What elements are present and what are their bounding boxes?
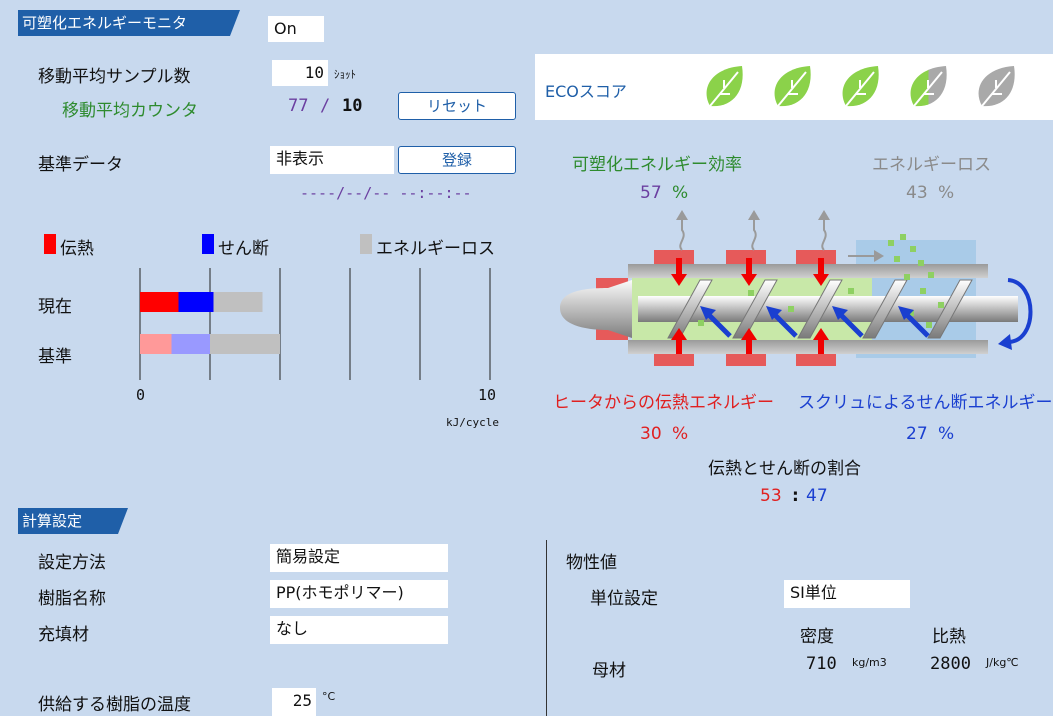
ratio-shear-value: 47 (806, 486, 828, 506)
properties-title: 物性値 (566, 553, 617, 573)
heater-energy-label: ヒータからの伝熱エネルギー (553, 393, 774, 413)
energy-bar-chart (139, 268, 491, 380)
leaf-icon-empty (978, 66, 1015, 107)
reset-button[interactable]: リセット (398, 92, 516, 120)
ratio-sep: : (792, 486, 799, 506)
leaf-icon-half (910, 66, 947, 107)
screw-energy-label: スクリュによるせん断エネルギー (798, 393, 1053, 413)
efficiency-unit: % (672, 183, 689, 203)
base-material-label: 母材 (592, 661, 626, 681)
bar-reference-1 (171, 334, 210, 354)
row-label-reference: 基準 (38, 347, 72, 367)
resin-temp-label: 供給する樹脂の温度 (38, 695, 191, 715)
unit-setting-select[interactable]: SI単位 (784, 580, 910, 608)
plasticizing-diagram (560, 210, 1033, 366)
leaf-icon-2 (774, 66, 811, 107)
loss-label: エネルギーロス (872, 155, 991, 175)
method-label: 設定方法 (38, 553, 106, 573)
density-unit: kg/m3 (852, 656, 887, 669)
loss-value: 43 (906, 183, 928, 203)
sample-count-label: 移動平均サンプル数 (38, 67, 191, 87)
filler-select[interactable]: なし (270, 616, 448, 644)
counter-current: 77 (288, 96, 309, 116)
unit-setting-label: 単位設定 (590, 589, 658, 609)
reference-data-label: 基準データ (38, 155, 123, 175)
register-button[interactable]: 登録 (398, 146, 516, 174)
axis-unit: kJ/cycle (446, 416, 499, 429)
bar-current-2 (213, 292, 263, 312)
filler-label: 充填材 (38, 625, 89, 645)
axis-tick-min: 0 (136, 386, 146, 404)
eco-score-label: ECOスコア (545, 82, 627, 101)
legend-shear-label: せん断 (218, 239, 269, 259)
ratio-heat-value: 53 (760, 486, 782, 506)
leaf-icon-3 (842, 66, 879, 107)
axis-tick-max: 10 (478, 386, 497, 404)
section-header-energy-monitor: 可塑化エネルギーモニタ (18, 10, 240, 36)
legend-loss-label: エネルギーロス (376, 239, 495, 259)
efficiency-value: 57 (640, 183, 662, 203)
resin-name-label: 樹脂名称 (38, 589, 106, 609)
resin-temp-input[interactable]: 25 (272, 688, 316, 716)
counter-sep: / (320, 96, 331, 116)
screw-energy-unit: % (938, 424, 955, 444)
legend-heat-label: 伝熱 (60, 239, 94, 259)
heater-energy-unit: % (672, 424, 689, 444)
section-divider (546, 540, 547, 716)
specific-heat-header: 比熱 (932, 627, 966, 647)
eco-leaves (706, 66, 1015, 107)
loss-unit: % (938, 183, 955, 203)
ratio-label: 伝熱とせん断の割合 (708, 459, 861, 479)
bar-current-0 (140, 292, 179, 312)
sample-count-unit: ｼｮｯﾄ (334, 68, 356, 81)
specific-heat-value: 2800 (930, 654, 971, 674)
moving-avg-counter-label: 移動平均カウンタ (62, 101, 198, 121)
legend-loss-swatch (360, 234, 372, 254)
heat-loss-arrows (679, 216, 876, 257)
bar-reference-0 (140, 334, 172, 354)
row-label-current: 現在 (38, 297, 72, 317)
leaf-icon-1 (706, 66, 743, 107)
resin-temp-unit: °C (322, 690, 336, 703)
density-value: 710 (806, 654, 837, 674)
bar-reference-2 (210, 334, 280, 354)
method-select[interactable]: 簡易設定 (270, 544, 448, 572)
legend-heat-swatch (44, 234, 56, 254)
legend-shear-swatch (202, 234, 214, 254)
specific-heat-unit: J/kg℃ (986, 656, 1019, 669)
efficiency-label: 可塑化エネルギー効率 (572, 155, 742, 175)
reference-display-select[interactable]: 非表示 (270, 146, 394, 174)
resin-name-select[interactable]: PP(ホモポリマー) (270, 580, 448, 608)
density-header: 密度 (800, 627, 834, 647)
reference-timestamp: ----/--/-- --:--:-- (300, 184, 472, 202)
screw-energy-value: 27 (906, 424, 928, 444)
bar-current-1 (178, 292, 214, 312)
section-header-calc-settings: 計算設定 (18, 508, 128, 534)
counter-total: 10 (342, 96, 363, 116)
sample-count-input[interactable]: 10 (272, 60, 328, 86)
monitor-toggle[interactable]: On (268, 16, 324, 42)
heater-energy-value: 30 (640, 424, 662, 444)
